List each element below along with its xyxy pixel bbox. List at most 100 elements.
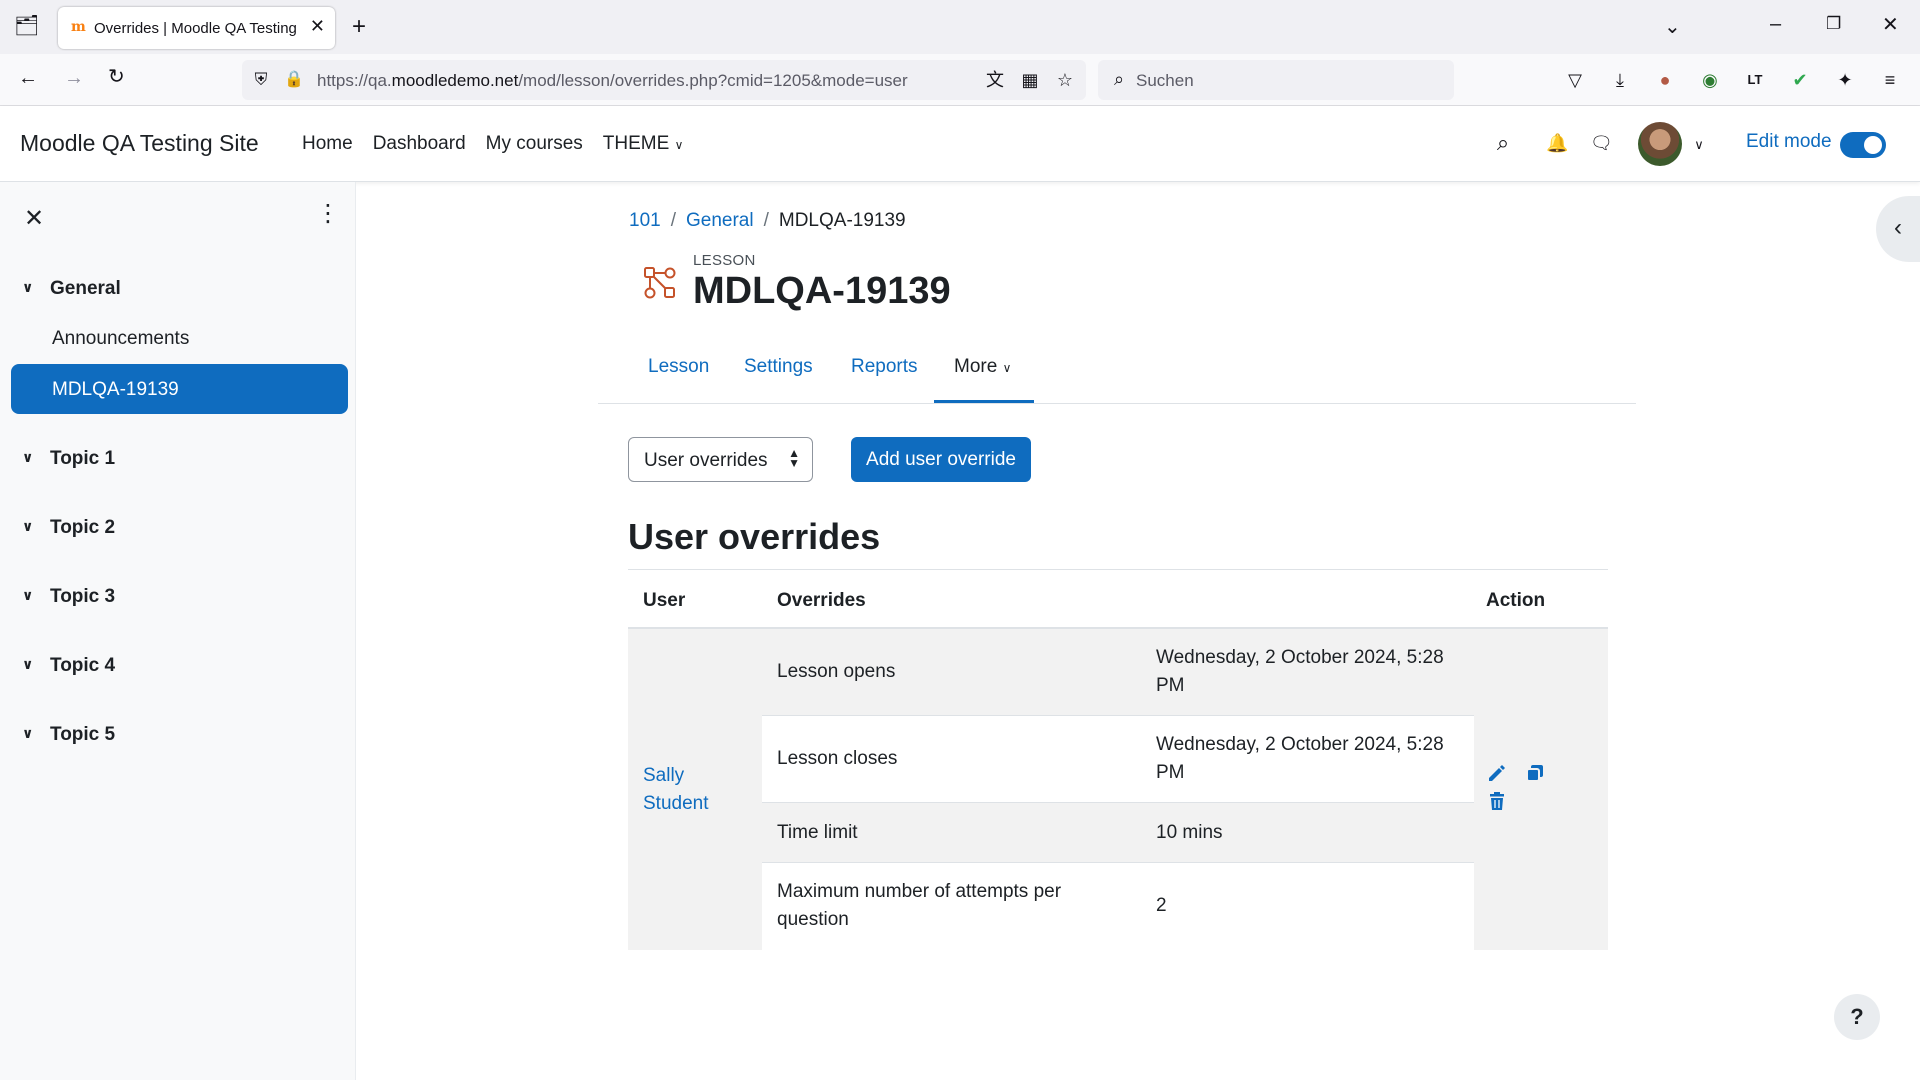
course-index-drawer: ✕ ⋮ ∨ General Announcements MDLQA-19139 ∨…	[0, 182, 356, 1080]
section-title: General	[50, 278, 121, 299]
edit-mode-toggle[interactable]	[1840, 132, 1886, 158]
shield-icon[interactable]: ⛨	[250, 69, 272, 91]
breadcrumb-section[interactable]: General	[686, 210, 754, 231]
table-header: User Overrides Action	[628, 569, 1608, 629]
override-setting: Time limit	[777, 822, 858, 843]
nav-home[interactable]: Home	[302, 133, 353, 155]
section-topic-2[interactable]: ∨ Topic 2	[22, 517, 115, 539]
breadcrumb-course[interactable]: 101	[629, 210, 661, 231]
chevron-down-icon: ∨	[1002, 361, 1012, 375]
languagetool-extension-icon[interactable]: LT	[1744, 69, 1766, 91]
window-close-icon[interactable]: ✕	[1882, 15, 1899, 35]
bookmark-star-icon[interactable]: ☆	[1054, 69, 1076, 91]
minimize-icon[interactable]: –	[1770, 14, 1781, 34]
new-tab-icon[interactable]: +	[352, 15, 366, 39]
user-avatar[interactable]	[1638, 122, 1682, 166]
site-name[interactable]: Moodle QA Testing Site	[20, 130, 259, 157]
messages-icon[interactable]: 🗨	[1590, 132, 1613, 154]
user-menu-chevron-icon[interactable]: ∨	[1688, 134, 1710, 156]
section-topic-5[interactable]: ∨ Topic 5	[22, 724, 115, 746]
nav-theme[interactable]: THEME ∨	[603, 133, 684, 155]
nav-dashboard[interactable]: Dashboard	[373, 133, 466, 155]
profile-extension-icon[interactable]: ●	[1654, 69, 1676, 91]
qr-code-icon[interactable]: ▦	[1019, 69, 1041, 91]
notifications-bell-icon[interactable]: 🔔	[1546, 132, 1568, 154]
forward-icon[interactable]: →	[64, 68, 84, 88]
back-icon[interactable]: ←	[18, 68, 38, 88]
breadcrumb-separator: /	[670, 210, 676, 231]
delete-trash-icon[interactable]	[1486, 790, 1508, 812]
tab-more[interactable]: More ∨	[954, 356, 1011, 378]
tab-title: Overrides | Moodle QA Testing Site	[94, 20, 299, 37]
tab-reports[interactable]: Reports	[851, 356, 918, 378]
chevron-down-icon[interactable]: ∨	[22, 656, 42, 673]
reload-icon[interactable]: ↻	[108, 67, 125, 87]
duplicate-icon[interactable]	[1524, 762, 1546, 784]
lock-icon[interactable]: 🔒	[283, 69, 305, 91]
moodle-header: Moodle QA Testing Site Home Dashboard My…	[0, 106, 1920, 182]
chevron-down-icon[interactable]: ∨	[22, 279, 42, 296]
breadcrumb: 101 / General / MDLQA-19139	[629, 210, 906, 232]
section-heading: User overrides	[628, 516, 881, 557]
section-general[interactable]: ∨ General	[22, 278, 121, 300]
lesson-activity-icon	[644, 267, 676, 299]
browser-tab-bar: 🗂 m Overrides | Moodle QA Testing Site ✕…	[0, 0, 1920, 54]
edit-pencil-icon[interactable]	[1486, 762, 1508, 784]
override-setting: Lesson opens	[777, 661, 896, 682]
activity-type-label: LESSON	[693, 252, 756, 269]
override-row: Maximum number of attempts per question …	[762, 863, 1474, 950]
extensions-puzzle-icon[interactable]: ✦	[1834, 69, 1856, 91]
section-title: Topic 5	[50, 724, 116, 745]
section-title: Topic 3	[50, 586, 116, 607]
chevron-down-icon[interactable]: ∨	[22, 449, 42, 466]
tab-overflow-chevron-icon[interactable]: ⌄	[1664, 17, 1681, 37]
nav-theme-label: THEME	[602, 133, 670, 154]
course-item-announcements[interactable]: Announcements	[52, 328, 189, 350]
tab-list-icon[interactable]: 🗂	[14, 16, 39, 36]
chevron-down-icon: ∨	[674, 138, 684, 152]
privacy-badger-icon[interactable]: ✔	[1789, 69, 1811, 91]
override-row: Lesson closes Wednesday, 2 October 2024,…	[762, 716, 1474, 803]
override-value: 2	[1156, 895, 1167, 916]
edit-mode-label: Edit mode	[1746, 131, 1832, 152]
page-title: MDLQA-19139	[693, 270, 951, 312]
user-link[interactable]: Sally Student	[643, 762, 723, 818]
section-topic-1[interactable]: ∨ Topic 1	[22, 448, 115, 470]
override-row: Lesson opens Wednesday, 2 October 2024, …	[762, 629, 1474, 716]
chevron-down-icon[interactable]: ∨	[22, 518, 42, 535]
tab-lesson[interactable]: Lesson	[648, 356, 709, 378]
tab-settings[interactable]: Settings	[744, 356, 813, 378]
override-mode-select[interactable]: User overrides ▲ ▼	[628, 437, 813, 482]
select-arrows-icon: ▲ ▼	[788, 446, 800, 470]
tab-close-icon[interactable]: ✕	[310, 16, 325, 37]
chevron-down-icon[interactable]: ∨	[22, 725, 42, 742]
search-placeholder: Suchen	[1136, 71, 1194, 90]
course-item-active[interactable]: MDLQA-19139	[11, 364, 348, 414]
add-user-override-button[interactable]: Add user override	[851, 437, 1031, 482]
browser-tab[interactable]: m Overrides | Moodle QA Testing Site ✕	[58, 7, 335, 49]
secondary-nav: Lesson Settings Reports More ∨	[598, 350, 1636, 404]
url-text[interactable]: https://qa.moodledemo.net/mod/lesson/ove…	[317, 71, 908, 91]
translate-icon[interactable]: 文	[984, 69, 1006, 91]
primary-nav: Home Dashboard My courses THEME ∨	[302, 133, 683, 155]
downloads-icon[interactable]: ⤓	[1609, 69, 1631, 91]
address-bar[interactable]: ⛨ 🔒 https://qa.moodledemo.net/mod/lesson…	[242, 60, 1086, 100]
column-header-user: User	[643, 590, 686, 611]
restore-icon[interactable]: ❐	[1826, 15, 1841, 32]
help-button[interactable]: ?	[1834, 994, 1880, 1040]
section-topic-3[interactable]: ∨ Topic 3	[22, 586, 115, 608]
section-title: Topic 1	[50, 448, 116, 469]
search-bar[interactable]: ⌕ Suchen	[1098, 60, 1454, 100]
close-drawer-icon[interactable]: ✕	[24, 204, 44, 233]
pocket-icon[interactable]: ▽	[1564, 69, 1586, 91]
ublock-extension-icon[interactable]: ◉	[1699, 69, 1721, 91]
search-icon[interactable]: ⌕	[1492, 132, 1514, 154]
hamburger-menu-icon[interactable]: ≡	[1879, 69, 1901, 91]
nav-my-courses[interactable]: My courses	[486, 133, 583, 155]
section-topic-4[interactable]: ∨ Topic 4	[22, 655, 115, 677]
override-setting: Maximum number of attempts per question	[777, 881, 1062, 930]
open-block-drawer-button[interactable]: ‹	[1876, 196, 1920, 262]
override-value: 10 mins	[1156, 822, 1223, 843]
chevron-down-icon[interactable]: ∨	[22, 587, 42, 604]
kebab-menu-icon[interactable]: ⋮	[316, 202, 340, 226]
